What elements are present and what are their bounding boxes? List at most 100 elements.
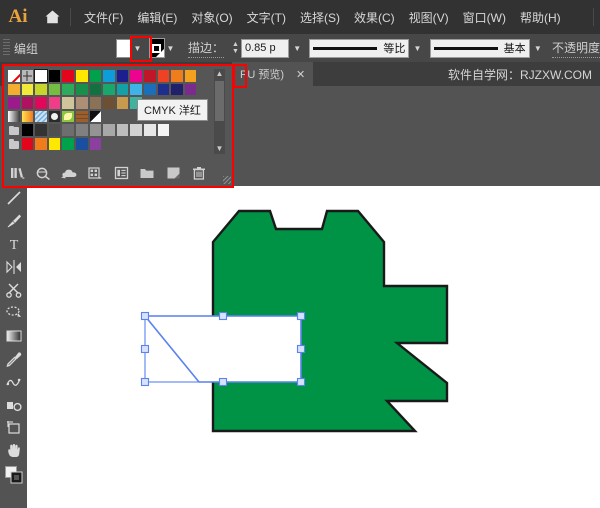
menu-object[interactable]: 对象(O) [184, 0, 239, 34]
swatch-options-icon[interactable] [108, 160, 134, 186]
menu-type[interactable]: 文字(T) [240, 0, 293, 34]
swatch-bright-green[interactable] [61, 136, 75, 151]
new-swatch-icon[interactable] [160, 160, 186, 186]
swatch-gray-70[interactable] [115, 123, 130, 137]
color-group-icon[interactable] [82, 160, 108, 186]
swatch-sky-blue[interactable] [129, 82, 143, 97]
menu-select[interactable]: 选择(S) [293, 0, 347, 34]
delete-swatch-icon[interactable] [186, 160, 212, 186]
scissors-tool[interactable] [0, 278, 27, 301]
menu-view[interactable]: 视图(V) [402, 0, 456, 34]
swatch-pattern-blue-check[interactable] [34, 109, 48, 124]
new-color-group-icon[interactable] [134, 160, 160, 186]
fill-stroke-indicator[interactable] [0, 462, 27, 488]
swatch-gray-95[interactable] [156, 123, 171, 137]
swatch-gray-30[interactable] [61, 123, 75, 137]
brush-definition-select[interactable]: 基本 [429, 38, 530, 58]
swatch-red[interactable] [61, 69, 75, 83]
swatch-gray-80[interactable] [129, 123, 143, 137]
brush-definition-chevron-down-icon[interactable]: ▼ [534, 44, 542, 53]
swatch-medium-green[interactable] [61, 82, 75, 97]
swatch-pattern-leaf[interactable] [61, 109, 75, 124]
swatch-light-green[interactable] [47, 82, 62, 97]
swatch-gray-90[interactable] [142, 123, 157, 137]
panel-resize-handle[interactable] [223, 176, 231, 184]
menu-window[interactable]: 窗口(W) [456, 0, 513, 34]
show-swatch-kinds-icon[interactable] [30, 160, 56, 186]
width-profile-chevron-down-icon[interactable]: ▼ [413, 44, 422, 53]
swatch-gray-20[interactable] [47, 123, 62, 137]
swatch-pattern-dot[interactable] [47, 109, 62, 124]
blend-tool[interactable] [0, 370, 27, 393]
swatch-taupe[interactable] [88, 96, 103, 110]
swatch-dark-navy[interactable] [170, 82, 184, 97]
line-segment-tool[interactable] [0, 186, 27, 209]
swatch-gradient-yellow-orange[interactable] [20, 109, 35, 124]
swatch-teal[interactable] [115, 82, 130, 97]
stroke-color-chevron-down-icon[interactable]: ▼ [165, 39, 176, 57]
eyedropper-tool[interactable] [0, 347, 27, 370]
swatch-steel-blue[interactable] [142, 82, 157, 97]
type-tool[interactable]: T [0, 232, 27, 255]
swatch-libraries-icon[interactable] [4, 160, 30, 186]
swatch-blue[interactable] [115, 69, 130, 83]
swatch-crimson[interactable] [34, 96, 48, 110]
swatch-gradient-white-black[interactable] [7, 109, 21, 124]
swatch-lime-yellow[interactable] [34, 82, 48, 97]
swatch-pattern-brick[interactable] [74, 109, 89, 124]
swatch-violet[interactable] [7, 96, 21, 110]
swatch-magenta[interactable] [129, 69, 143, 83]
swatch-registration[interactable] [20, 69, 35, 83]
swatch-light-yellow[interactable] [20, 82, 35, 97]
swatch-group-brights[interactable] [7, 136, 21, 151]
swatch-tan[interactable] [74, 96, 89, 110]
swatch-fuchsia[interactable] [20, 96, 35, 110]
swatch-bright-orange[interactable] [34, 136, 48, 151]
swatch-white[interactable] [34, 69, 48, 83]
gradient-tool[interactable] [0, 324, 27, 347]
stroke-color-swatch[interactable] [149, 38, 165, 58]
swatch-bright-purple[interactable] [88, 136, 103, 151]
fill-color-chevron-down-icon[interactable]: ▼ [132, 39, 143, 57]
reflect-tool[interactable] [0, 255, 27, 278]
swatch-black[interactable] [47, 69, 62, 83]
document-canvas[interactable] [27, 186, 600, 508]
close-icon[interactable]: ✕ [296, 68, 305, 81]
swatch-group-grayscale[interactable] [7, 123, 21, 137]
scroll-up-icon[interactable]: ▲ [216, 69, 224, 79]
swatches-scrollbar[interactable]: ▲ ▼ [214, 69, 225, 154]
swatch-purple[interactable] [183, 82, 198, 97]
symbol-sprayer-tool[interactable] [0, 393, 27, 416]
swatch-amber[interactable] [183, 69, 198, 83]
menu-effect[interactable]: 效果(C) [347, 0, 402, 34]
swatch-none[interactable] [7, 69, 21, 83]
swatch-green[interactable] [88, 69, 103, 83]
swatch-forest-green[interactable] [74, 82, 89, 97]
document-tab[interactable]: PU 预览) ✕ [232, 62, 314, 86]
home-icon[interactable] [36, 0, 68, 34]
swatch-gold[interactable] [7, 82, 21, 97]
scrollbar-thumb[interactable] [215, 81, 224, 121]
stroke-weight-input[interactable]: 0.85 p [240, 38, 289, 58]
swatch-yellow[interactable] [74, 69, 89, 83]
artboard-tool[interactable] [0, 416, 27, 439]
menu-help[interactable]: 帮助(H) [513, 0, 568, 34]
swatch-orange[interactable] [170, 69, 184, 83]
swatch-red-orange[interactable] [156, 69, 171, 83]
control-bar-grip[interactable] [3, 39, 10, 57]
fill-color-swatch[interactable] [115, 38, 132, 58]
swatch-gray-60[interactable] [102, 123, 116, 137]
swatch-bright-blue[interactable] [74, 136, 89, 151]
swatch-navy[interactable] [156, 82, 171, 97]
paintbrush-tool[interactable] [0, 209, 27, 232]
swatch-pink[interactable] [47, 96, 62, 110]
swatch-dark-green[interactable] [88, 82, 103, 97]
swatch-dark-red[interactable] [142, 69, 157, 83]
swatch-bright-red[interactable] [20, 136, 35, 151]
stroke-weight-label[interactable]: 描边： [188, 39, 225, 58]
swatch-bright-yellow[interactable] [47, 136, 62, 151]
swatch-gray-0[interactable] [20, 123, 35, 137]
swatch-brown[interactable] [102, 96, 116, 110]
menu-file[interactable]: 文件(F) [77, 0, 130, 34]
stroke-weight-stepper[interactable]: ▲ ▼ [232, 39, 239, 57]
